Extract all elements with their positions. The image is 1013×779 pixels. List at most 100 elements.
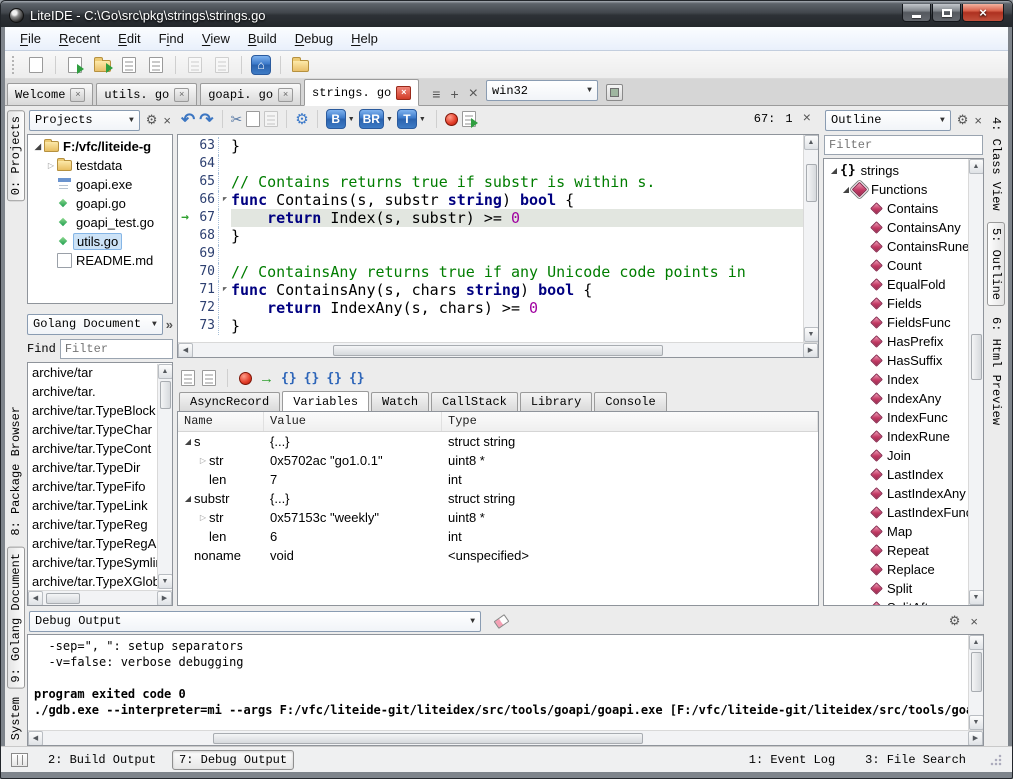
list-item-archive-tar-typelink[interactable]: archive/tar.TypeLink [28, 497, 157, 516]
scroll-right-icon[interactable]: ▶ [803, 343, 818, 358]
step-over-icon[interactable]: {} [304, 371, 320, 386]
scroll-down-icon[interactable]: ▼ [158, 574, 173, 589]
fold-marker-icon[interactable]: ◤ [219, 191, 231, 209]
rail-item-8-package-browser[interactable]: 8: Package Browser [8, 401, 24, 541]
copy-icon[interactable] [246, 111, 260, 127]
undo-icon[interactable]: ↶ [181, 111, 195, 128]
new-file-button[interactable] [24, 53, 48, 77]
status-item-3-file-search[interactable]: 3: File Search [859, 751, 972, 769]
scroll-down-icon[interactable]: ▼ [969, 715, 984, 730]
gear-icon[interactable]: ⚙ [957, 112, 969, 128]
status-item-1-event-log[interactable]: 1: Event Log [743, 751, 841, 769]
outline-item-fieldsfunc[interactable]: FieldsFunc [824, 313, 968, 332]
tree-item-goapi-exe[interactable]: goapi.exe [28, 175, 172, 194]
scroll-left-icon[interactable]: ◀ [28, 731, 43, 746]
list-item-archive-tar-typexglobal[interactable]: archive/tar.TypeXGlobal [28, 573, 157, 589]
tab-welcome[interactable]: Welcome× [7, 83, 93, 105]
outline-vscrollbar[interactable]: ▲ ▼ [968, 159, 983, 605]
outline-item-fields[interactable]: Fields [824, 294, 968, 313]
splitter[interactable] [177, 358, 819, 366]
rail-item-file-system[interactable]: File System [8, 692, 24, 746]
expander-icon[interactable]: ▷ [45, 161, 57, 170]
menu-item-view[interactable]: View [193, 28, 239, 49]
tab-library[interactable]: Library [520, 392, 592, 411]
tab-close-icon[interactable]: × [278, 88, 293, 102]
close-editor-icon[interactable]: × [803, 111, 811, 127]
chevron-down-icon[interactable]: ▼ [348, 116, 355, 123]
step-into-icon[interactable]: {} [281, 371, 297, 386]
minimize-button[interactable] [902, 4, 931, 22]
clear-output-icon[interactable] [494, 614, 510, 629]
table-row[interactable]: len7int [178, 470, 818, 489]
doc-list-hscrollbar[interactable]: ◀ ▶ [28, 590, 172, 605]
outline-item-containsrune[interactable]: ContainsRune [824, 237, 968, 256]
expander-icon[interactable]: ◢ [828, 166, 840, 175]
tab-goapi-go[interactable]: goapi. go× [200, 83, 301, 105]
continue-icon[interactable]: → [259, 370, 274, 387]
menu-item-edit[interactable]: Edit [109, 28, 149, 49]
outline-item-indexany[interactable]: IndexAny [824, 389, 968, 408]
rail-item-9-golang-document[interactable]: 9: Golang Document [7, 547, 25, 689]
outline-item-splitafter[interactable]: SplitAfter [824, 598, 968, 605]
scroll-up-icon[interactable]: ▲ [804, 135, 819, 150]
scroll-up-icon[interactable]: ▲ [158, 364, 173, 379]
close-session-icon[interactable] [202, 370, 216, 386]
outline-item-index[interactable]: Index [824, 370, 968, 389]
list-item-archive-tar[interactable]: archive/tar [28, 364, 157, 383]
tab-variables[interactable]: Variables [282, 391, 369, 412]
list-item-archive-tar-typereg[interactable]: archive/tar.TypeReg [28, 516, 157, 535]
debug-output-console[interactable]: -sep=", ": setup separators -v=false: ve… [27, 634, 984, 746]
build-button-t[interactable]: T▼ [397, 109, 428, 129]
list-item-archive-tar-typefifo[interactable]: archive/tar.TypeFifo [28, 478, 157, 497]
list-item-archive-tar[interactable]: archive/tar. [28, 383, 157, 402]
list-item-archive-tar-typerega[interactable]: archive/tar.TypeRegA [28, 535, 157, 554]
rail-item-0-projects[interactable]: 0: Projects [7, 110, 25, 201]
expander-icon[interactable]: ▷ [197, 456, 209, 465]
outline-item-map[interactable]: Map [824, 522, 968, 541]
more-chevron-icon[interactable]: » [166, 317, 173, 332]
target-select[interactable]: win32 ▼ [486, 80, 598, 101]
tab-close-icon[interactable]: × [70, 88, 85, 102]
target-options-button[interactable] [606, 84, 623, 101]
tree-item-f-vfc-liteide-g[interactable]: ◢F:/vfc/liteide-g [28, 137, 172, 156]
resize-grip[interactable] [990, 754, 1002, 766]
build-config-gear-icon[interactable]: ⚙ [295, 110, 308, 128]
close-panel-icon[interactable]: × [163, 113, 171, 128]
outline-view-select[interactable]: Outline ▼ [825, 110, 951, 131]
tree-item-readme-md[interactable]: README.md [28, 251, 172, 270]
home-button[interactable]: ⌂ [249, 53, 273, 77]
outline-item-lastindexfunc[interactable]: LastIndexFunc [824, 503, 968, 522]
fold-marker-icon[interactable]: ◤ [219, 281, 231, 299]
run-to-line-icon[interactable]: {} [349, 371, 365, 386]
load-session-icon[interactable] [181, 370, 195, 386]
tree-item-goapi-test-go[interactable]: goapi_test.go [28, 213, 172, 232]
tree-item-goapi-go[interactable]: goapi.go [28, 194, 172, 213]
gear-icon[interactable]: ⚙ [949, 613, 961, 629]
scroll-left-icon[interactable]: ◀ [178, 343, 193, 358]
split-window-icon[interactable] [11, 753, 28, 767]
scroll-left-icon[interactable]: ◀ [28, 591, 43, 606]
outline-item-indexfunc[interactable]: IndexFunc [824, 408, 968, 427]
status-item-2-build-output[interactable]: 2: Build Output [42, 751, 162, 769]
output-view-select[interactable]: Debug Output ▼ [29, 611, 481, 632]
tab-close-icon[interactable]: × [174, 88, 189, 102]
doc-edit-button[interactable] [210, 53, 234, 77]
close-panel-icon[interactable]: × [974, 113, 982, 128]
column-header-name[interactable]: Name [178, 412, 264, 431]
menu-item-debug[interactable]: Debug [286, 28, 342, 49]
table-row[interactable]: nonamevoid<unspecified> [178, 546, 818, 565]
outline-filter-input[interactable] [824, 135, 983, 155]
list-item-archive-tar-typecont[interactable]: archive/tar.TypeCont [28, 440, 157, 459]
list-item-archive-tar-typedir[interactable]: archive/tar.TypeDir [28, 459, 157, 478]
tab-close-icon[interactable]: × [396, 86, 411, 100]
tab-asyncrecord[interactable]: AsyncRecord [179, 392, 280, 411]
outline-item-repeat[interactable]: Repeat [824, 541, 968, 560]
gear-icon[interactable]: ⚙ [146, 112, 158, 128]
scroll-down-icon[interactable]: ▼ [969, 590, 984, 605]
paste-icon[interactable] [264, 111, 278, 127]
rail-item-6-html-preview[interactable]: 6: Html Preview [988, 312, 1004, 430]
table-row[interactable]: ▷str0x5702ac "go1.0.1"uint8 * [178, 451, 818, 470]
menu-item-build[interactable]: Build [239, 28, 286, 49]
doc-list-vscrollbar[interactable]: ▲ ▼ [157, 364, 172, 589]
redo-icon[interactable]: ↷ [199, 111, 213, 128]
